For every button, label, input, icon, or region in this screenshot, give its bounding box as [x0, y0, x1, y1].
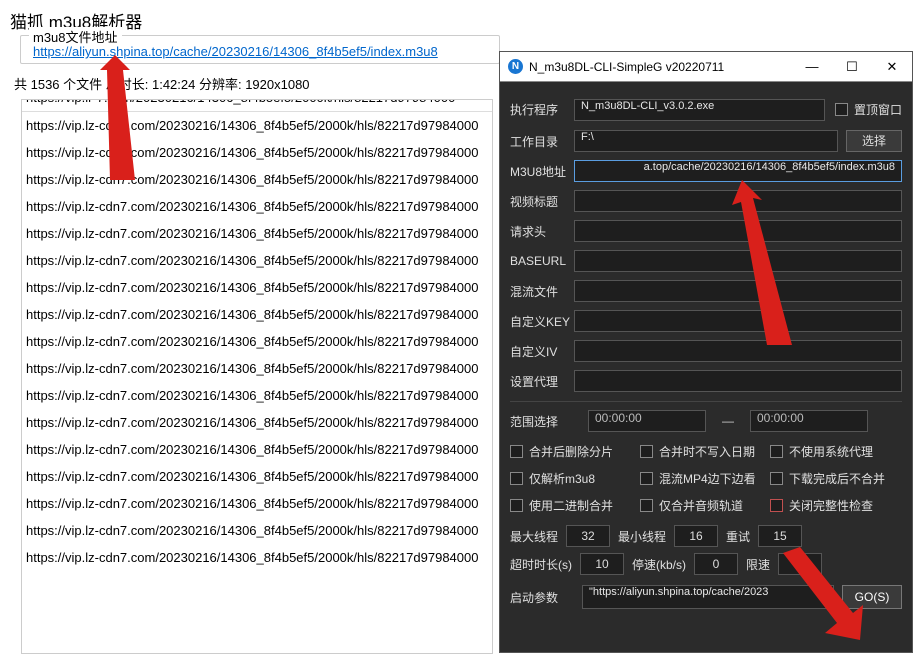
url-row[interactable]: https://vip.lz-cdn7.com/20230216/14306_8… — [22, 328, 492, 355]
app-title: 猫抓 m3u8解析器 — [0, 0, 920, 37]
url-list[interactable]: https://vip.lr-7.com/20230216/14306_8f4b… — [21, 99, 493, 654]
check-mux-mp4[interactable] — [640, 472, 653, 485]
mux-input[interactable] — [574, 280, 902, 302]
url-row[interactable]: https://vip.lz-cdn7.com/20230216/14306_8… — [22, 247, 492, 274]
url-row[interactable]: https://vip.lz-cdn7.com/20230216/14306_8… — [22, 436, 492, 463]
minimize-button[interactable]: — — [792, 52, 832, 82]
check-no-system-proxy[interactable] — [770, 445, 783, 458]
headers-input[interactable] — [574, 220, 902, 242]
file-address-link[interactable]: https://aliyun.shpina.top/cache/20230216… — [33, 44, 487, 59]
file-address-section: m3u8文件地址 https://aliyun.shpina.top/cache… — [20, 35, 500, 64]
close-button[interactable]: ✕ — [872, 52, 912, 82]
limit-input[interactable]: 0 — [778, 553, 822, 575]
url-row[interactable]: https://vip.lz-cdn7.com/20230216/14306_8… — [22, 517, 492, 544]
downloader-window: N N_m3u8DL-CLI-SimpleG v20220711 — ☐ ✕ 执… — [499, 51, 913, 653]
url-row[interactable]: https://vip.lz-cdn7.com/20230216/14306_8… — [22, 274, 492, 301]
url-row[interactable]: https://vip.lz-cdn7.com/20230216/14306_8… — [22, 463, 492, 490]
retry-input[interactable]: 15 — [758, 525, 802, 547]
baseurl-input[interactable] — [574, 250, 902, 272]
url-row[interactable]: https://vip.lz-cdn7.com/20230216/14306_8… — [22, 301, 492, 328]
max-thread-input[interactable]: 32 — [566, 525, 610, 547]
check-delete-after-merge[interactable] — [510, 445, 523, 458]
topmost-checkbox[interactable] — [835, 103, 848, 116]
exec-input[interactable]: N_m3u8DL-CLI_v3.0.2.exe — [574, 99, 825, 121]
iv-label: 自定义IV — [510, 343, 574, 360]
url-row[interactable]: https://vip.lz-cdn7.com/20230216/14306_8… — [22, 490, 492, 517]
limit-label: 限速 — [746, 556, 770, 573]
url-row[interactable]: https://vip.lz-cdn7.com/20230216/14306_8… — [22, 355, 492, 382]
left-panel: m3u8文件地址 https://aliyun.shpina.top/cache… — [0, 35, 500, 654]
go-button[interactable]: GO(S) — [842, 585, 902, 609]
m3u8-input[interactable]: a.top/cache/20230216/14306_8f4b5ef5/inde… — [574, 160, 902, 182]
url-row[interactable]: https://vip.lz-cdn7.com/20230216/14306_8… — [22, 382, 492, 409]
check-no-merge-after[interactable] — [770, 472, 783, 485]
proxy-input[interactable] — [574, 370, 902, 392]
stop-speed-label: 停速(kb/s) — [632, 556, 686, 573]
baseurl-label: BASEURL — [510, 254, 574, 268]
url-row[interactable]: https://vip.lz-cdn7.com/20230216/14306_8… — [22, 139, 492, 166]
maximize-button[interactable]: ☐ — [832, 52, 872, 82]
app-icon: N — [508, 59, 523, 74]
downloader-body: 执行程序 N_m3u8DL-CLI_v3.0.2.exe 置顶窗口 工作目录 F… — [500, 82, 912, 652]
timeout-label: 超时时长(s) — [510, 556, 572, 573]
url-row[interactable]: https://vip.lr-7.com/20230216/14306_8f4b… — [22, 99, 492, 112]
range-dash: — — [722, 414, 734, 428]
video-title-label: 视频标题 — [510, 193, 574, 210]
url-row[interactable]: https://vip.lz-cdn7.com/20230216/14306_8… — [22, 544, 492, 571]
range-label: 范围选择 — [510, 413, 574, 430]
launch-label: 启动参数 — [510, 589, 574, 606]
key-input[interactable] — [574, 310, 902, 332]
headers-label: 请求头 — [510, 223, 574, 240]
key-label: 自定义KEY — [510, 313, 574, 330]
retry-label: 重试 — [726, 528, 750, 545]
check-binary-merge[interactable] — [510, 499, 523, 512]
launch-args-input[interactable]: "https://aliyun.shpina.top/cache/2023 — [582, 585, 834, 609]
timeout-input[interactable]: 10 — [580, 553, 624, 575]
file-address-label: m3u8文件地址 — [29, 27, 122, 46]
stop-speed-input[interactable]: 0 — [694, 553, 738, 575]
video-title-input[interactable] — [574, 190, 902, 212]
proxy-label: 设置代理 — [510, 373, 574, 390]
url-row[interactable]: https://vip.lz-cdn7.com/20230216/14306_8… — [22, 193, 492, 220]
summary-text: 共 1536 个文件 总时长: 1:42:24 分辨率: 1920x1080 — [14, 70, 500, 99]
exec-label: 执行程序 — [510, 101, 574, 118]
options-grid: 合并后删除分片 合并时不写入日期 不使用系统代理 仅解析m3u8 混流MP4边下… — [510, 438, 902, 519]
workdir-browse-button[interactable]: 选择 — [846, 130, 902, 152]
workdir-input[interactable]: F:\ — [574, 130, 838, 152]
mux-label: 混流文件 — [510, 283, 574, 300]
iv-input[interactable] — [574, 340, 902, 362]
check-no-date-on-merge[interactable] — [640, 445, 653, 458]
url-row[interactable]: https://vip.lz-cdn7.com/20230216/14306_8… — [22, 409, 492, 436]
titlebar[interactable]: N N_m3u8DL-CLI-SimpleG v20220711 — ☐ ✕ — [500, 52, 912, 82]
m3u8-label: M3U8地址 — [510, 163, 574, 180]
check-disable-integrity[interactable] — [770, 499, 783, 512]
separator — [510, 401, 902, 402]
url-row[interactable]: https://vip.lz-cdn7.com/20230216/14306_8… — [22, 112, 492, 139]
check-audio-only[interactable] — [640, 499, 653, 512]
range-start-input[interactable]: 00:00:00 — [588, 410, 706, 432]
window-title: N_m3u8DL-CLI-SimpleG v20220711 — [529, 60, 792, 74]
range-end-input[interactable]: 00:00:00 — [750, 410, 868, 432]
topmost-label: 置顶窗口 — [854, 101, 902, 118]
min-thread-label: 最小线程 — [618, 528, 666, 545]
min-thread-input[interactable]: 16 — [674, 525, 718, 547]
url-row[interactable]: https://vip.lz-cdn7.com/20230216/14306_8… — [22, 166, 492, 193]
max-thread-label: 最大线程 — [510, 528, 558, 545]
url-row[interactable]: https://vip.lz-cdn7.com/20230216/14306_8… — [22, 220, 492, 247]
workdir-label: 工作目录 — [510, 133, 574, 150]
check-parse-only[interactable] — [510, 472, 523, 485]
